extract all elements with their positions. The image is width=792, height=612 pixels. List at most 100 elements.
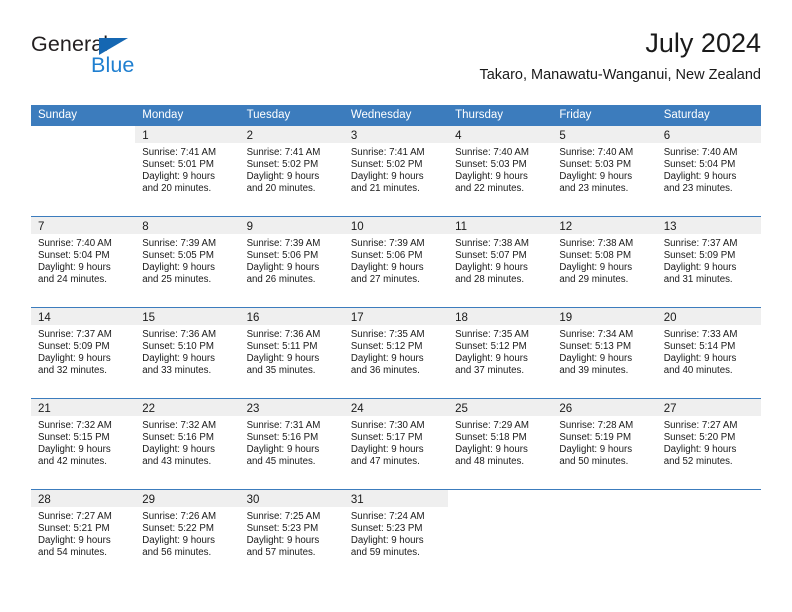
calendar-day-cell[interactable]: 20 Sunrise: 7:33 AM Sunset: 5:14 PM Dayligh…	[656, 308, 761, 398]
daylight-text-line2: and 23 minutes.	[663, 182, 733, 194]
weekday-header-row: Sunday Monday Tuesday Wednesday Thursday…	[31, 105, 761, 126]
sunset-text: Sunset: 5:03 PM	[455, 158, 527, 170]
calendar-empty-cell	[448, 490, 552, 580]
sunset-text: Sunset: 5:05 PM	[142, 249, 214, 261]
day-number: 22	[142, 403, 156, 415]
sunset-text: Sunset: 5:15 PM	[38, 431, 110, 443]
daylight-text-line2: and 24 minutes.	[38, 273, 107, 285]
daylight-text-line2: and 59 minutes.	[350, 546, 420, 558]
daylight-text-line1: Daylight: 9 hours	[663, 261, 737, 273]
day-number: 23	[246, 403, 260, 415]
day-details: Sunrise: 7:37 AM Sunset: 5:09 PM Daylight:…	[657, 234, 761, 292]
day-number-band: 3	[343, 126, 449, 143]
day-details: Sunrise: 7:27 AM Sunset: 5:20 PM Daylight:…	[657, 416, 761, 474]
day-details: Sunrise: 7:32 AM Sunset: 5:15 PM Daylight:…	[31, 416, 135, 474]
sunrise-text: Sunrise: 7:27 AM	[663, 420, 738, 431]
sunset-text: Sunset: 5:21 PM	[38, 522, 110, 534]
day-details	[657, 507, 761, 517]
sunset-text: Sunset: 5:16 PM	[246, 431, 319, 443]
calendar-day-cell[interactable]: 28 Sunrise: 7:27 AM Sunset: 5:21 PM Dayligh…	[31, 490, 136, 580]
day-number: 20	[663, 312, 677, 324]
calendar-day-cell[interactable]: 16 Sunrise: 7:36 AM Sunset: 5:11 PM Dayligh…	[239, 308, 344, 398]
day-details: Sunrise: 7:28 AM Sunset: 5:19 PM Daylight:…	[552, 416, 656, 474]
day-number-band: 4	[448, 126, 553, 143]
calendar-day-cell[interactable]: 30 Sunrise: 7:25 AM Sunset: 5:23 PM Dayligh…	[239, 490, 344, 580]
daylight-text-line2: and 25 minutes.	[142, 273, 212, 285]
daylight-text-line1: Daylight: 9 hours	[142, 261, 215, 273]
calendar-day-cell[interactable]: 22 Sunrise: 7:32 AM Sunset: 5:16 PM Dayligh…	[135, 399, 240, 489]
day-number-band: 7	[31, 217, 136, 234]
page-title: July 2024	[645, 28, 761, 58]
sunset-text: Sunset: 5:08 PM	[559, 249, 632, 261]
day-number-band: 22	[135, 399, 240, 416]
sunrise-text: Sunrise: 7:27 AM	[38, 511, 112, 522]
calendar-day-cell[interactable]: 1 Sunrise: 7:41 AM Sunset: 5:01 PM Daylight…	[135, 126, 240, 216]
calendar-day-cell[interactable]: 14 Sunrise: 7:37 AM Sunset: 5:09 PM Dayligh…	[31, 308, 136, 398]
calendar-day-cell[interactable]: 7 Sunrise: 7:40 AM Sunset: 5:04 PM Daylight…	[31, 217, 136, 307]
calendar-day-cell[interactable]: 11 Sunrise: 7:38 AM Sunset: 5:07 PM Dayligh…	[448, 217, 553, 307]
day-number-band	[552, 490, 656, 507]
calendar-day-cell[interactable]: 6 Sunrise: 7:40 AM Sunset: 5:04 PM Daylight…	[656, 126, 761, 216]
daylight-text-line2: and 54 minutes.	[38, 546, 107, 558]
sunset-text: Sunset: 5:10 PM	[142, 340, 214, 352]
calendar-day-cell[interactable]: 3 Sunrise: 7:41 AM Sunset: 5:02 PM Daylight…	[343, 126, 449, 216]
calendar-day-cell[interactable]: 24 Sunrise: 7:30 AM Sunset: 5:17 PM Dayligh…	[343, 399, 449, 489]
sunset-text: Sunset: 5:13 PM	[559, 340, 632, 352]
calendar-day-cell[interactable]: 31 Sunrise: 7:24 AM Sunset: 5:23 PM Dayligh…	[343, 490, 449, 580]
sunset-text: Sunset: 5:12 PM	[350, 340, 423, 352]
page-header: General Blue July 2024 Takaro, Manawatu-…	[31, 26, 761, 98]
daylight-text-line1: Daylight: 9 hours	[38, 261, 111, 273]
calendar-day-cell[interactable]: 19 Sunrise: 7:34 AM Sunset: 5:13 PM Dayligh…	[552, 308, 657, 398]
calendar-day-cell[interactable]: 27 Sunrise: 7:27 AM Sunset: 5:20 PM Dayligh…	[656, 399, 761, 489]
day-number: 16	[246, 312, 260, 324]
day-details: Sunrise: 7:40 AM Sunset: 5:03 PM Daylight:…	[552, 143, 656, 201]
calendar-day-cell[interactable]: 18 Sunrise: 7:35 AM Sunset: 5:12 PM Dayligh…	[448, 308, 553, 398]
calendar-day-cell[interactable]: 8 Sunrise: 7:39 AM Sunset: 5:05 PM Daylight…	[135, 217, 240, 307]
day-number-band: 12	[552, 217, 657, 234]
daylight-text-line2: and 20 minutes.	[142, 182, 212, 194]
calendar-day-cell[interactable]: 5 Sunrise: 7:40 AM Sunset: 5:03 PM Daylight…	[552, 126, 657, 216]
sunrise-text: Sunrise: 7:40 AM	[559, 147, 634, 158]
sunrise-text: Sunrise: 7:32 AM	[142, 420, 217, 431]
calendar-day-cell[interactable]: 25 Sunrise: 7:29 AM Sunset: 5:18 PM Dayligh…	[448, 399, 553, 489]
day-number-band: 11	[448, 217, 553, 234]
day-details: Sunrise: 7:24 AM Sunset: 5:23 PM Daylight:…	[344, 507, 448, 565]
daylight-text-line1: Daylight: 9 hours	[246, 352, 320, 364]
calendar-day-cell[interactable]: 15 Sunrise: 7:36 AM Sunset: 5:10 PM Dayligh…	[135, 308, 240, 398]
daylight-text-line1: Daylight: 9 hours	[559, 443, 633, 455]
day-details: Sunrise: 7:35 AM Sunset: 5:12 PM Daylight:…	[448, 325, 552, 383]
calendar-day-cell[interactable]: 9 Sunrise: 7:39 AM Sunset: 5:06 PM Daylight…	[239, 217, 344, 307]
daylight-text-line2: and 57 minutes.	[246, 546, 316, 558]
calendar-day-cell[interactable]: 26 Sunrise: 7:28 AM Sunset: 5:19 PM Dayligh…	[552, 399, 657, 489]
calendar-day-cell[interactable]: 2 Sunrise: 7:41 AM Sunset: 5:02 PM Daylight…	[239, 126, 344, 216]
daylight-text-line2: and 35 minutes.	[246, 364, 316, 376]
daylight-text-line2: and 26 minutes.	[246, 273, 316, 285]
calendar-day-cell[interactable]: 13 Sunrise: 7:37 AM Sunset: 5:09 PM Dayligh…	[656, 217, 761, 307]
calendar-day-cell[interactable]: 23 Sunrise: 7:31 AM Sunset: 5:16 PM Dayligh…	[239, 399, 344, 489]
sunset-text: Sunset: 5:17 PM	[350, 431, 423, 443]
calendar-day-cell[interactable]: 4 Sunrise: 7:40 AM Sunset: 5:03 PM Daylight…	[448, 126, 553, 216]
calendar-grid: Sunday Monday Tuesday Wednesday Thursday…	[31, 105, 761, 580]
daylight-text-line2: and 39 minutes.	[559, 364, 629, 376]
calendar-day-cell[interactable]: 10 Sunrise: 7:39 AM Sunset: 5:06 PM Dayligh…	[343, 217, 449, 307]
day-number-band: 6	[656, 126, 761, 143]
sunset-text: Sunset: 5:06 PM	[246, 249, 319, 261]
day-number-band: 26	[552, 399, 657, 416]
calendar-day-cell[interactable]: 29 Sunrise: 7:26 AM Sunset: 5:22 PM Dayligh…	[135, 490, 240, 580]
calendar-day-cell[interactable]: 21 Sunrise: 7:32 AM Sunset: 5:15 PM Dayligh…	[31, 399, 136, 489]
calendar-day-cell[interactable]: 12 Sunrise: 7:38 AM Sunset: 5:08 PM Dayligh…	[552, 217, 657, 307]
sunset-text: Sunset: 5:19 PM	[559, 431, 632, 443]
day-number-band	[448, 490, 552, 507]
sunrise-text: Sunrise: 7:37 AM	[663, 238, 738, 249]
day-details: Sunrise: 7:25 AM Sunset: 5:23 PM Daylight:…	[240, 507, 344, 565]
day-number-band: 30	[239, 490, 344, 507]
day-details: Sunrise: 7:30 AM Sunset: 5:17 PM Daylight:…	[344, 416, 448, 474]
calendar-week-row: 21 Sunrise: 7:32 AM Sunset: 5:15 PM Dayligh…	[31, 398, 761, 489]
daylight-text-line2: and 23 minutes.	[559, 182, 629, 194]
day-number: 29	[142, 494, 156, 506]
sunrise-text: Sunrise: 7:38 AM	[559, 238, 634, 249]
calendar-day-cell[interactable]: 17 Sunrise: 7:35 AM Sunset: 5:12 PM Dayligh…	[343, 308, 449, 398]
sunrise-text: Sunrise: 7:29 AM	[455, 420, 529, 431]
sunrise-text: Sunrise: 7:32 AM	[38, 420, 112, 431]
daylight-text-line2: and 32 minutes.	[38, 364, 107, 376]
